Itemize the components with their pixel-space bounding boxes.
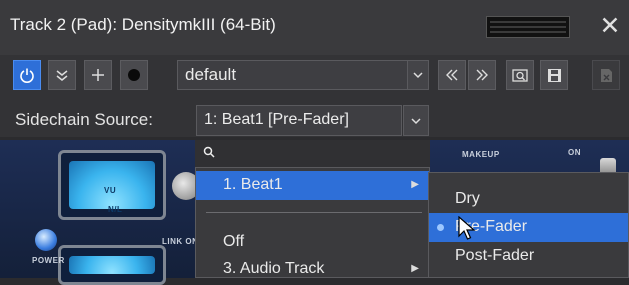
power-button[interactable] (13, 60, 41, 90)
sidechain-label: Sidechain Source: (15, 110, 153, 129)
chevron-down-icon (411, 117, 421, 124)
delete-preset-button[interactable] (592, 60, 620, 90)
dropdown-item-label: 3. Audio Track (223, 260, 325, 277)
save-preset-button[interactable] (540, 60, 568, 90)
dropdown-item-audio-track[interactable]: 3. Audio Track ▶ (196, 255, 429, 284)
save-preset-icon (547, 68, 561, 82)
submenu-item-label: Dry (455, 190, 480, 207)
record-button[interactable] (120, 60, 148, 90)
preset-dropdown-button[interactable] (407, 60, 429, 90)
output-meter (486, 16, 570, 38)
previous-preset-button[interactable] (438, 60, 466, 90)
sidechain-dropdown-button[interactable] (403, 105, 429, 136)
dropdown-item-label: 1. Beat1 (223, 176, 283, 193)
submenu-item-dry[interactable]: Dry (429, 185, 628, 214)
chevron-down-icon (413, 72, 423, 79)
sidechain-selected-value: 1: Beat1 [Pre-Fader] (204, 111, 349, 128)
makeup-label: MAKEUP (462, 150, 500, 159)
record-icon (128, 69, 140, 81)
dropdown-item-label: Off (223, 233, 245, 250)
vu-label: VU (104, 186, 117, 195)
submenu-item-label: Post-Fader (455, 247, 535, 264)
add-icon (92, 69, 104, 81)
search-icon (203, 146, 215, 161)
dropdown-search-field[interactable] (195, 140, 430, 168)
preset-name: default (185, 65, 237, 84)
link-on-label: LINK ON (162, 237, 199, 246)
plugin-power-led[interactable] (35, 229, 57, 251)
dropdown-item-off[interactable]: Off (196, 228, 429, 257)
previous-preset-icon (446, 69, 458, 81)
submenu-arrow-icon: ▶ (411, 263, 419, 274)
on-label: ON (568, 148, 581, 157)
submenu-arrow-icon: ▶ (411, 179, 419, 190)
nl-label: N/L (108, 205, 123, 214)
power-icon (20, 68, 34, 83)
close-button[interactable]: ✕ (596, 10, 624, 42)
expand-icon (56, 70, 68, 81)
browse-presets-icon (512, 69, 528, 82)
delete-preset-icon (600, 68, 612, 82)
add-button[interactable] (84, 60, 112, 90)
dropdown-separator (206, 212, 422, 213)
next-preset-icon (476, 69, 488, 81)
dropdown-item-beat1[interactable]: 1. Beat1 ▶ (196, 171, 429, 200)
power-label: POWER (32, 256, 65, 265)
expand-button[interactable] (48, 60, 76, 90)
selected-indicator-icon (437, 224, 444, 231)
browse-presets-button[interactable] (506, 60, 534, 90)
window-title: Track 2 (Pad): DensitymkIII (64-Bit) (10, 15, 276, 34)
next-preset-button[interactable] (468, 60, 496, 90)
mouse-cursor-icon (458, 215, 476, 247)
vu-meter-bottom (58, 245, 166, 285)
